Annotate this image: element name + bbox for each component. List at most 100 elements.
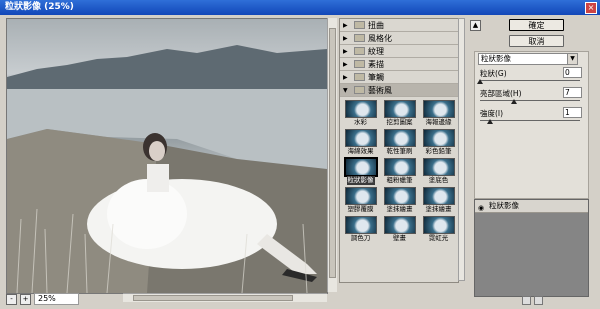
filter-preview-image	[422, 100, 455, 118]
filter-thumbnail-label: 塑膠覆膜	[347, 205, 374, 213]
effect-layer-label: 粒狀影像	[489, 201, 519, 210]
filter-preview-image	[343, 157, 378, 177]
triangle-right-icon[interactable]: ▶	[343, 74, 351, 81]
collapse-gallery-button[interactable]: ▲	[470, 20, 481, 31]
filter-preview-image	[422, 129, 455, 147]
scroll-thumb[interactable]	[133, 295, 293, 301]
filter-thumbnail[interactable]: 海綿效果	[342, 129, 379, 156]
filter-folder-label: 風格化	[368, 33, 392, 43]
slider-knob-graininess[interactable]	[477, 79, 483, 84]
param-value-graininess[interactable]: 0	[563, 67, 582, 78]
zoom-control: - + 25%	[6, 293, 79, 305]
filter-preview-image	[383, 158, 416, 176]
filter-thumbnail[interactable]: 塗底色	[420, 158, 457, 185]
filter-thumbnail[interactable]: 彩色鉛筆	[420, 129, 457, 156]
filter-thumbnail-label: 乾性筆刷	[386, 147, 413, 155]
folder-icon	[354, 86, 365, 94]
filter-gallery: ▶ 扭曲 ▶ 風格化 ▶ 紋理 ▶ 素描 ▶ 筆觸 ▼ 藝術風 水彩 挖剪圖案 海報邊緣海綿效果 乾性筆刷 彩…	[339, 18, 459, 283]
preview-horizontal-scrollbar[interactable]	[123, 293, 327, 302]
slider-knob-highlight-area[interactable]	[510, 99, 517, 104]
filter-thumbnail[interactable]: 霓虹光	[420, 216, 457, 243]
filter-folder-label: 藝術風	[368, 85, 392, 95]
slider-intensity[interactable]	[480, 120, 580, 121]
preview-photo	[7, 45, 327, 293]
ok-button[interactable]: 確定	[509, 19, 564, 31]
title-bar: 粒狀影像 (25%) ×	[0, 0, 600, 15]
filter-thumbnail[interactable]: 塗抹繪畫	[420, 187, 457, 214]
new-effect-layer-icon[interactable]	[522, 296, 531, 305]
chevron-down-icon[interactable]: ▼	[567, 54, 577, 64]
filter-preview-image	[344, 216, 377, 234]
cancel-button[interactable]: 取消	[509, 35, 564, 47]
filter-folder[interactable]: ▶ 扭曲	[340, 19, 458, 32]
window-title: 粒狀影像 (25%)	[5, 2, 74, 12]
param-value-highlight-area[interactable]: 7	[563, 87, 582, 98]
zoom-out-button[interactable]: -	[6, 293, 17, 305]
triangle-right-icon[interactable]: ▶	[343, 48, 351, 55]
filter-thumbnail[interactable]: 乾性筆刷	[381, 129, 418, 156]
filter-preview-image	[422, 216, 455, 234]
gallery-scrollbar[interactable]	[458, 18, 465, 281]
slider-highlight-area[interactable]	[480, 100, 580, 101]
filter-thumbnail[interactable]: 調色刀	[342, 216, 379, 243]
filter-folder[interactable]: ▶ 風格化	[340, 32, 458, 45]
effect-layer-row[interactable]: ◉ 粒狀影像	[475, 200, 588, 213]
folder-icon	[354, 47, 365, 55]
filter-preview-image	[422, 187, 455, 205]
filter-thumbnail-label: 調色刀	[350, 234, 371, 242]
filter-preview-image	[422, 158, 455, 176]
param-label-intensity: 強度(I)	[480, 109, 504, 118]
filter-thumbnail-label: 水彩	[354, 118, 367, 126]
filter-thumbnail-label: 塗抹繪畫	[425, 205, 452, 213]
filter-preview-image	[344, 100, 377, 118]
filter-folder-label: 扭曲	[368, 20, 384, 30]
triangle-right-icon[interactable]: ▶	[343, 35, 351, 42]
zoom-level-select[interactable]: 25%	[34, 293, 79, 305]
filter-select[interactable]: 粒狀影像 ▼	[478, 53, 578, 65]
param-value-intensity[interactable]: 1	[563, 107, 582, 118]
preview-canvas[interactable]	[6, 18, 328, 294]
filter-thumbnail-label: 海綿效果	[347, 147, 374, 155]
scroll-thumb[interactable]	[329, 28, 336, 278]
filter-folder[interactable]: ▶ 素描	[340, 58, 458, 71]
filter-thumbnail-label: 塗抹繪畫	[386, 205, 413, 213]
zoom-in-button[interactable]: +	[20, 293, 31, 305]
filter-thumbnail[interactable]: 塗抹繪畫	[381, 187, 418, 214]
filter-thumbnail-label: 霓虹光	[428, 234, 449, 242]
param-label-graininess: 粒狀(G)	[480, 69, 507, 78]
triangle-right-icon[interactable]: ▶	[343, 22, 351, 29]
filter-thumbnail[interactable]: 水彩	[342, 100, 379, 127]
filter-thumbnail[interactable]: 挖剪圖案	[381, 100, 418, 127]
preview-vertical-scrollbar[interactable]	[327, 18, 337, 292]
filter-thumbnail[interactable]: 海報邊緣	[420, 100, 457, 127]
filter-thumbnail-label: 壁畫	[393, 234, 406, 242]
filter-thumbnails: 水彩 挖剪圖案 海報邊緣海綿效果 乾性筆刷 彩色鉛筆粒狀影像 粗粉蠟筆 塗底色塑膠覆膜 塗抹繪…	[340, 97, 458, 246]
filter-thumbnail[interactable]: 粒狀影像	[342, 157, 379, 185]
filter-thumbnail-label: 挖剪圖案	[386, 118, 413, 126]
filter-preview-image	[383, 187, 416, 205]
filter-thumbnail[interactable]: 壁畫	[381, 216, 418, 243]
folder-icon	[354, 34, 365, 42]
eye-icon[interactable]: ◉	[478, 202, 484, 214]
folder-icon	[354, 21, 365, 29]
triangle-down-icon[interactable]: ▼	[343, 87, 351, 94]
filter-thumbnail-label: 粗粉蠟筆	[386, 176, 413, 184]
folder-icon	[354, 60, 365, 68]
filter-folder[interactable]: ▶ 筆觸	[340, 71, 458, 84]
close-icon[interactable]: ×	[585, 2, 597, 14]
filter-folder[interactable]: ▶ 紋理	[340, 45, 458, 58]
filter-thumbnail[interactable]: 塑膠覆膜	[342, 187, 379, 214]
filter-folder-label: 素描	[368, 59, 384, 69]
triangle-right-icon[interactable]: ▶	[343, 61, 351, 68]
effect-layers-panel: ◉ 粒狀影像	[474, 199, 589, 297]
filter-thumbnail[interactable]: 粗粉蠟筆	[381, 158, 418, 185]
trash-icon[interactable]	[534, 296, 543, 305]
slider-graininess[interactable]	[480, 80, 580, 81]
slider-knob-intensity[interactable]	[486, 119, 493, 124]
filter-select-value: 粒狀影像	[481, 54, 511, 63]
filter-preview-image	[383, 216, 416, 234]
filter-folder-label: 紋理	[368, 46, 384, 56]
folder-icon	[354, 73, 365, 81]
filter-folder-label: 筆觸	[368, 72, 384, 82]
filter-folder[interactable]: ▼ 藝術風	[340, 84, 458, 97]
